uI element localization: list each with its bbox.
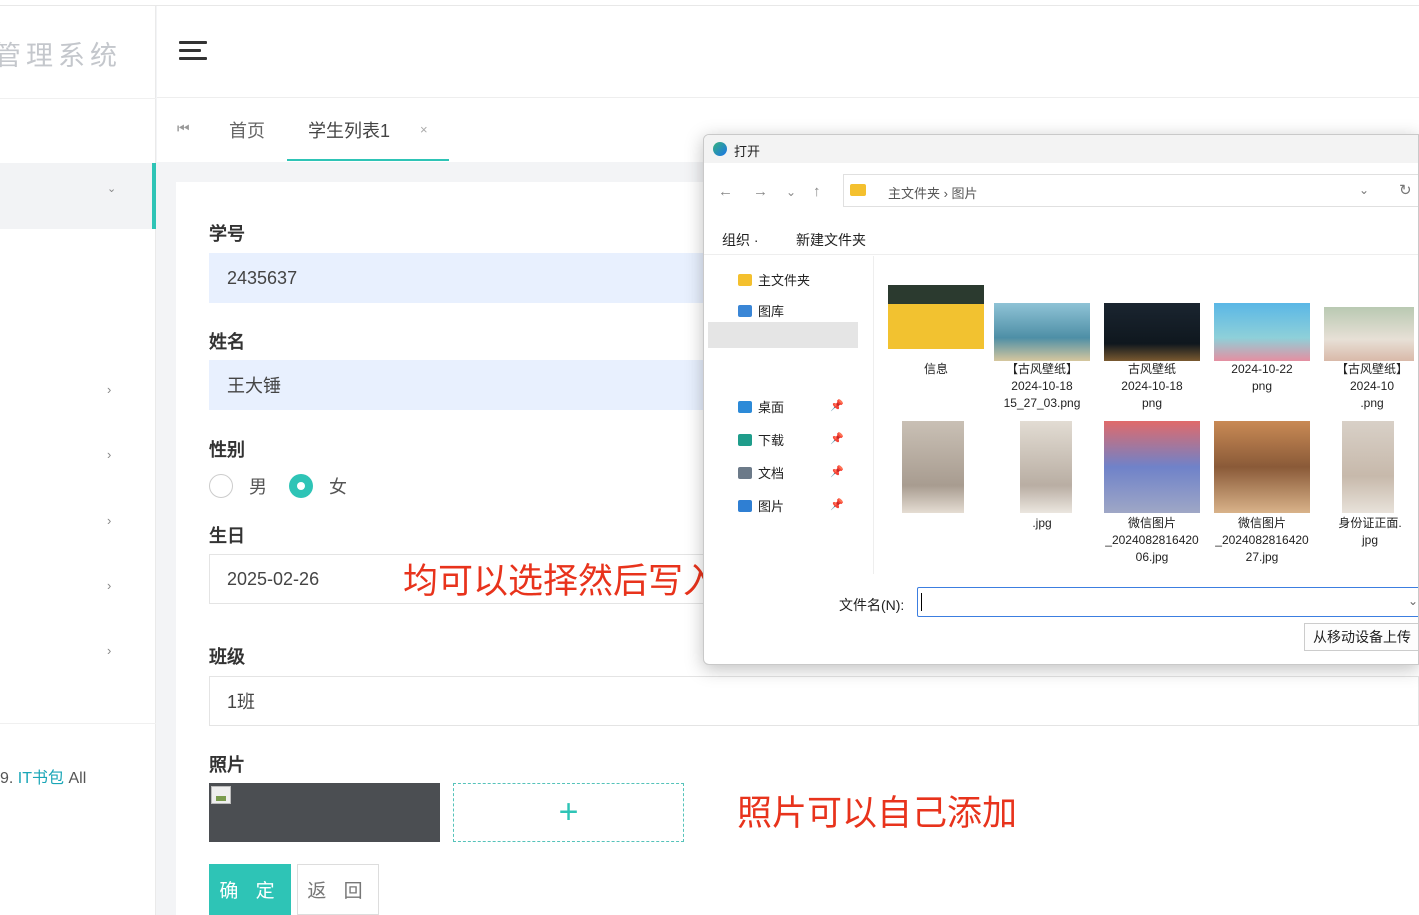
file-thumbnail[interactable] [1342,421,1394,513]
active-tab-underline [287,159,449,161]
filename-label: 文件名(N): [839,597,905,613]
browser-icon [713,142,727,156]
gender-female-label[interactable]: 女 [329,473,347,499]
chevron-right-icon[interactable]: › [107,643,111,658]
app-logo-text: 管理系统 [0,41,122,72]
chevron-right-icon[interactable]: › [107,382,111,397]
nav-item-downloads[interactable]: 下载 [738,430,784,449]
name-label: 姓名 [209,332,245,352]
tab-student-list[interactable]: 学生列表1 [308,117,390,143]
gallery-icon [738,304,752,317]
dialog-title-bar: 打开 [704,135,1418,163]
file-name[interactable]: .jpg [987,515,1097,532]
back-button[interactable]: 返 回 [297,864,379,915]
file-name[interactable]: 2024-10-22 png [1207,361,1317,395]
file-name[interactable]: 信息 [881,361,991,378]
forward-arrow-icon[interactable]: → [753,183,768,200]
nav-item-home[interactable]: 主文件夹 [738,270,810,289]
class-label: 班级 [209,647,245,667]
top-header [157,6,1419,98]
chevron-right-icon[interactable]: › [107,578,111,593]
download-icon [738,433,752,446]
nav-item-gallery[interactable]: 图库 [738,301,784,320]
organize-menu[interactable]: 组织 · [722,230,759,250]
divider [0,98,156,99]
pin-icon[interactable]: 📌 [830,399,844,412]
chevron-down-icon[interactable]: ⌄ [1408,594,1418,608]
student-id-label: 学号 [209,224,245,244]
chevron-down-icon[interactable]: ⌄ [107,182,116,195]
nav-pane: 主文件夹 图库 桌面 📌 下载 📌 文档 📌 图片 📌 [704,256,874,574]
footer-brand-link[interactable]: IT书包 [18,770,64,787]
pictures-icon [738,499,752,512]
sidebar: 管理系统 ⌄ › › › › › 9. IT书包 All [0,6,156,915]
address-path: 主文件夹 › 图片 [888,186,978,201]
file-thumbnail[interactable] [902,421,964,513]
gender-radio-group: 男 女 [209,471,369,501]
file-thumbnail[interactable] [1104,303,1200,361]
file-open-dialog: 打开 ← → ⌄ ↑ 主文件夹 › 图片 ⌄ ↻ 组织 · 新建文件夹 主文件夹… [703,134,1419,665]
dialog-toolbar: 组织 · 新建文件夹 [704,219,1418,255]
file-name[interactable]: 身份证正面. jpg [1315,515,1418,549]
broken-image-icon [211,786,231,804]
nav-item-desktop[interactable]: 桌面 [738,397,784,416]
sidebar-item-active[interactable] [0,163,156,229]
home-folder-icon [738,273,752,286]
gender-female-radio[interactable] [289,474,313,498]
file-name[interactable]: 微信图片 _2024082816420 27.jpg [1207,515,1317,566]
birthday-label: 生日 [209,526,245,546]
address-bar[interactable]: 主文件夹 › 图片 ⌄ ↻ [843,174,1418,207]
file-thumbnail[interactable] [994,303,1090,361]
file-name[interactable]: 微信图片 _2024082816420 06.jpg [1097,515,1207,566]
pin-icon[interactable]: 📌 [830,432,844,445]
file-thumbnail[interactable] [1020,421,1072,513]
file-thumbnail[interactable] [888,285,984,349]
confirm-button[interactable]: 确 定 [209,864,291,915]
up-arrow-icon[interactable]: ↑ [813,183,821,200]
file-thumbnail[interactable] [1214,421,1310,513]
pin-icon[interactable]: 📌 [830,498,844,511]
nav-item-pictures[interactable]: 图片 [738,496,784,515]
desktop-icon [738,400,752,413]
menu-toggle-icon[interactable] [179,41,207,61]
footer-copyright: 9. IT书包 All [0,764,86,788]
chevron-right-icon[interactable]: › [107,513,111,528]
footer-prefix: 9. [0,770,18,787]
chevron-down-icon[interactable]: ⌄ [1359,183,1369,197]
back-arrow-icon[interactable]: ← [718,183,733,200]
tabs-scroll-left-icon[interactable]: ⏮ [177,120,190,137]
active-indicator [152,163,156,229]
pin-icon[interactable]: 📌 [830,465,844,478]
add-photo-button[interactable]: + [453,783,684,842]
nav-item-documents[interactable]: 文档 [738,463,784,482]
footer-suffix: All [64,770,87,787]
file-name[interactable]: 古风壁纸 2024-10-18 png [1097,361,1207,412]
file-name[interactable]: 【古风壁纸】 2024-10 .png [1317,361,1418,412]
folder-icon [850,184,866,196]
text-caret [921,593,922,611]
chevron-right-icon[interactable]: › [107,447,111,462]
gender-male-label[interactable]: 男 [249,473,267,499]
tab-home[interactable]: 首页 [229,117,265,143]
new-folder-button[interactable]: 新建文件夹 [796,230,866,250]
dialog-title: 打开 [734,144,761,159]
photo-label: 照片 [209,755,245,775]
divider [0,723,156,724]
nav-selected-row [708,322,858,348]
filename-input[interactable]: ⌄ [917,587,1418,617]
file-thumbnail[interactable] [1104,421,1200,513]
refresh-icon[interactable]: ↻ [1399,181,1412,199]
gender-label: 性别 [209,440,245,460]
gender-male-radio[interactable] [209,474,233,498]
annotation-photo-add: 照片可以自己添加 [737,794,1018,834]
file-thumbnail[interactable] [1214,303,1310,361]
document-icon [738,466,752,479]
tab-close-icon[interactable]: × [420,122,428,137]
recent-dropdown-icon[interactable]: ⌄ [786,185,796,199]
upload-from-mobile-button[interactable]: 从移动设备上传 [1304,623,1418,651]
file-name[interactable]: 【古风壁纸】 2024-10-18 15_27_03.png [987,361,1097,412]
photo-preview [209,783,440,842]
class-select[interactable]: 1班 [209,676,1419,726]
file-thumbnail[interactable] [1324,307,1414,361]
